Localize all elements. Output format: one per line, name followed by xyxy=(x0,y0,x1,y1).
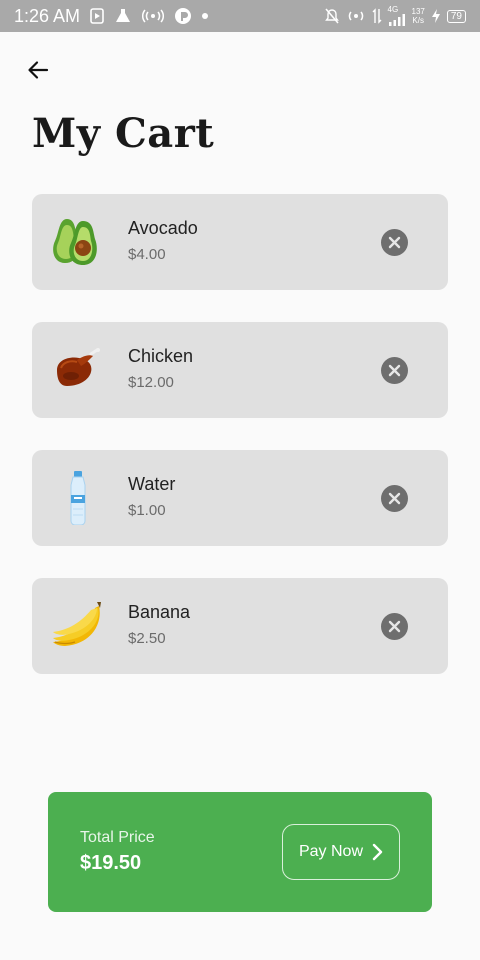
roast-chicken-icon xyxy=(50,340,106,400)
battery-level: 79 xyxy=(450,10,462,22)
total-price-label: Total Price xyxy=(80,829,155,846)
network-type: 4G xyxy=(387,5,399,14)
cart-item-chicken: Chicken $12.00 xyxy=(32,322,448,418)
pay-now-button[interactable]: Pay Now xyxy=(282,824,400,880)
item-name: Avocado xyxy=(128,218,198,238)
item-info: Avocado $4.00 xyxy=(128,218,198,263)
close-icon xyxy=(388,364,401,377)
checkout-panel: Total Price $19.50 Pay Now xyxy=(48,792,432,912)
app-notification-icon xyxy=(174,7,192,25)
network-speed: 137 K/s xyxy=(412,7,425,25)
bell-off-icon xyxy=(324,8,340,24)
item-info: Water $1.00 xyxy=(128,474,175,519)
battery-icon: 79 xyxy=(446,9,466,23)
total-price-value: $19.50 xyxy=(80,852,142,874)
status-icons-right: 4G 137 K/s 79 xyxy=(324,6,466,26)
item-price: $1.00 xyxy=(128,502,166,519)
item-price: $4.00 xyxy=(128,246,166,263)
avocado-icon xyxy=(50,212,106,272)
back-button[interactable] xyxy=(22,54,54,86)
item-info: Banana $2.50 xyxy=(128,602,190,647)
chevron-right-icon xyxy=(372,843,383,861)
flask-icon xyxy=(114,8,132,24)
cart-list: Avocado $4.00 Chicken $12.00 Water $1.00… xyxy=(32,194,448,706)
dot-icon xyxy=(202,13,209,19)
charging-icon xyxy=(431,9,441,23)
item-name: Chicken xyxy=(128,346,194,366)
item-price: $12.00 xyxy=(128,374,174,391)
item-price: $2.50 xyxy=(128,630,166,647)
speed-value: 137 xyxy=(411,7,425,16)
status-time: 1:26 AM xyxy=(14,5,81,26)
hotspot-icon xyxy=(142,9,165,23)
signal-broadcast-icon xyxy=(346,9,366,23)
media-notification-icon xyxy=(90,8,104,24)
speed-unit: K/s xyxy=(412,16,424,25)
remove-item-button[interactable] xyxy=(381,357,408,384)
close-icon xyxy=(388,492,401,505)
close-icon xyxy=(388,620,401,633)
cart-item-water: Water $1.00 xyxy=(32,450,448,546)
close-icon xyxy=(388,236,401,249)
remove-item-button[interactable] xyxy=(381,229,408,256)
status-icons-left xyxy=(90,7,209,25)
status-bar: 1:26 AM 4G 137 K/s 79 xyxy=(0,0,480,32)
data-transfer-icon xyxy=(372,8,382,24)
pay-now-label: Pay Now xyxy=(298,843,364,860)
page-title: My Cart xyxy=(32,110,215,157)
cart-item-avocado: Avocado $4.00 xyxy=(32,194,448,290)
item-name: Banana xyxy=(128,602,191,622)
remove-item-button[interactable] xyxy=(381,485,408,512)
item-name: Water xyxy=(128,474,176,494)
remove-item-button[interactable] xyxy=(381,613,408,640)
item-info: Chicken $12.00 xyxy=(128,346,193,391)
water-bottle-icon xyxy=(50,468,106,528)
banana-icon xyxy=(50,596,106,656)
arrow-left-icon xyxy=(28,61,49,79)
cart-item-banana: Banana $2.50 xyxy=(32,578,448,674)
cell-signal-icon: 4G xyxy=(388,6,406,26)
